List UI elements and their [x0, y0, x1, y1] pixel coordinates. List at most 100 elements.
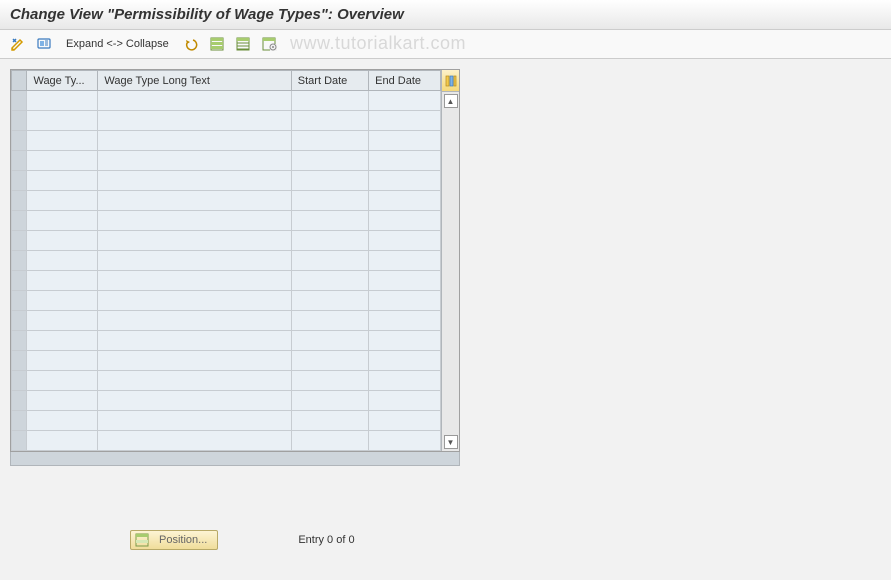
cell-wage-type[interactable]	[27, 211, 98, 231]
cell-wage-type[interactable]	[27, 171, 98, 191]
cell-start-date[interactable]	[291, 211, 368, 231]
cell-end-date[interactable]	[369, 391, 441, 411]
cell-long-text[interactable]	[98, 391, 291, 411]
col-header-wage-type[interactable]: Wage Ty...	[27, 71, 98, 91]
table-row[interactable]	[12, 211, 441, 231]
cell-start-date[interactable]	[291, 91, 368, 111]
row-selector[interactable]	[12, 131, 27, 151]
cell-start-date[interactable]	[291, 131, 368, 151]
cell-wage-type[interactable]	[27, 351, 98, 371]
cell-start-date[interactable]	[291, 291, 368, 311]
table-row[interactable]	[12, 91, 441, 111]
cell-start-date[interactable]	[291, 371, 368, 391]
cell-wage-type[interactable]	[27, 251, 98, 271]
table-row[interactable]	[12, 191, 441, 211]
row-selector[interactable]	[12, 351, 27, 371]
row-selector[interactable]	[12, 251, 27, 271]
col-header-long-text[interactable]: Wage Type Long Text	[98, 71, 291, 91]
cell-end-date[interactable]	[369, 371, 441, 391]
cell-long-text[interactable]	[98, 251, 291, 271]
row-selector[interactable]	[12, 231, 27, 251]
cell-end-date[interactable]	[369, 231, 441, 251]
cell-end-date[interactable]	[369, 211, 441, 231]
table-row[interactable]	[12, 271, 441, 291]
cell-start-date[interactable]	[291, 351, 368, 371]
row-selector[interactable]	[12, 91, 27, 111]
table-row[interactable]	[12, 411, 441, 431]
cell-start-date[interactable]	[291, 171, 368, 191]
cell-start-date[interactable]	[291, 411, 368, 431]
cell-wage-type[interactable]	[27, 91, 98, 111]
undo-icon[interactable]	[181, 34, 201, 54]
table-row[interactable]	[12, 111, 441, 131]
row-selector[interactable]	[12, 111, 27, 131]
cell-long-text[interactable]	[98, 411, 291, 431]
table-row[interactable]	[12, 351, 441, 371]
cell-long-text[interactable]	[98, 231, 291, 251]
table-row[interactable]	[12, 291, 441, 311]
cell-start-date[interactable]	[291, 191, 368, 211]
cell-start-date[interactable]	[291, 231, 368, 251]
cell-end-date[interactable]	[369, 411, 441, 431]
cell-start-date[interactable]	[291, 271, 368, 291]
cell-end-date[interactable]	[369, 151, 441, 171]
cell-long-text[interactable]	[98, 371, 291, 391]
selection-criteria-icon[interactable]	[34, 34, 54, 54]
cell-wage-type[interactable]	[27, 431, 98, 451]
cell-end-date[interactable]	[369, 311, 441, 331]
cell-end-date[interactable]	[369, 191, 441, 211]
table-row[interactable]	[12, 131, 441, 151]
cell-start-date[interactable]	[291, 111, 368, 131]
cell-long-text[interactable]	[98, 131, 291, 151]
cell-wage-type[interactable]	[27, 111, 98, 131]
row-selector[interactable]	[12, 431, 27, 451]
cell-start-date[interactable]	[291, 311, 368, 331]
cell-start-date[interactable]	[291, 331, 368, 351]
table-row[interactable]	[12, 231, 441, 251]
cell-long-text[interactable]	[98, 111, 291, 131]
cell-long-text[interactable]	[98, 291, 291, 311]
table-row[interactable]	[12, 331, 441, 351]
cell-wage-type[interactable]	[27, 391, 98, 411]
row-selector[interactable]	[12, 391, 27, 411]
row-selector[interactable]	[12, 171, 27, 191]
row-selector[interactable]	[12, 411, 27, 431]
cell-end-date[interactable]	[369, 91, 441, 111]
toggle-edit-icon[interactable]	[8, 34, 28, 54]
cell-end-date[interactable]	[369, 251, 441, 271]
table-row[interactable]	[12, 251, 441, 271]
row-selector[interactable]	[12, 151, 27, 171]
col-header-start-date[interactable]: Start Date	[291, 71, 368, 91]
row-selector[interactable]	[12, 271, 27, 291]
row-selector[interactable]	[12, 211, 27, 231]
cell-end-date[interactable]	[369, 431, 441, 451]
table-row[interactable]	[12, 171, 441, 191]
cell-start-date[interactable]	[291, 391, 368, 411]
cell-wage-type[interactable]	[27, 331, 98, 351]
table-row[interactable]	[12, 311, 441, 331]
cell-end-date[interactable]	[369, 171, 441, 191]
cell-wage-type[interactable]	[27, 411, 98, 431]
row-selector[interactable]	[12, 371, 27, 391]
scroll-down-icon[interactable]: ▼	[444, 435, 458, 449]
cell-end-date[interactable]	[369, 131, 441, 151]
cell-wage-type[interactable]	[27, 151, 98, 171]
cell-long-text[interactable]	[98, 211, 291, 231]
table-row[interactable]	[12, 391, 441, 411]
row-selector[interactable]	[12, 191, 27, 211]
cell-wage-type[interactable]	[27, 291, 98, 311]
cell-wage-type[interactable]	[27, 191, 98, 211]
cell-long-text[interactable]	[98, 271, 291, 291]
table-row[interactable]	[12, 371, 441, 391]
cell-end-date[interactable]	[369, 111, 441, 131]
vertical-scrollbar[interactable]: ▲ ▼	[442, 92, 459, 451]
cell-end-date[interactable]	[369, 351, 441, 371]
table-row[interactable]	[12, 431, 441, 451]
cell-start-date[interactable]	[291, 251, 368, 271]
cell-start-date[interactable]	[291, 151, 368, 171]
position-button[interactable]: Position...	[130, 530, 218, 550]
cell-long-text[interactable]	[98, 91, 291, 111]
select-all-icon[interactable]	[207, 34, 227, 54]
cell-end-date[interactable]	[369, 271, 441, 291]
cell-long-text[interactable]	[98, 191, 291, 211]
